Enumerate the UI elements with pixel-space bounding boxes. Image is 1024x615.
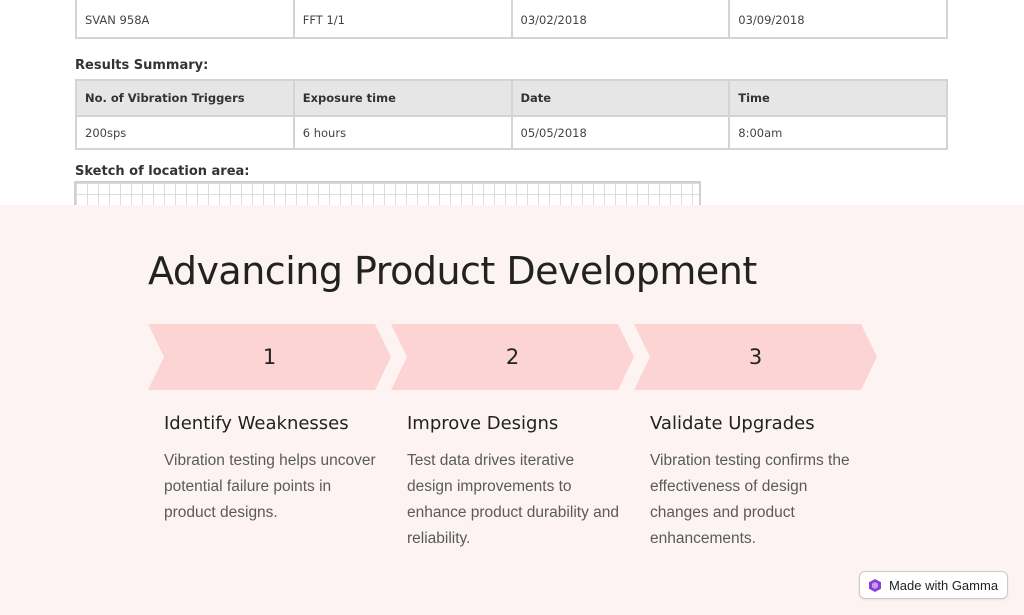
table-cell: 05/05/2018 [510,115,731,150]
slide: Advancing Product Development 1 2 3 Iden… [0,205,1024,615]
step-number: 2 [505,345,520,369]
column-header: Time [728,79,948,117]
step-1: Identify Weaknesses Vibration testing he… [164,413,379,526]
table-cell: 03/02/2018 [510,0,731,39]
table-cell: 03/09/2018 [728,0,948,39]
step-2: Improve Designs Test data drives iterati… [407,413,622,552]
sketch-heading: Sketch of location area: [75,164,250,179]
results-summary-heading: Results Summary: [75,58,209,73]
results-table: No. of Vibration Triggers Exposure time … [75,79,948,150]
step-title: Identify Weaknesses [164,413,349,434]
equipment-table: SVAN 958A FFT 1/1 03/02/2018 03/09/2018 [75,0,948,39]
step-3: Validate Upgrades Vibration testing conf… [650,413,865,552]
step-3-chevron: 3 [634,324,877,390]
column-header: No. of Vibration Triggers [75,79,295,117]
table-cell: FFT 1/1 [292,0,513,39]
table-row: 200sps 6 hours 05/05/2018 8:00am [75,115,948,150]
table-header-row: No. of Vibration Triggers Exposure time … [75,79,948,117]
column-header: Exposure time [292,79,513,117]
made-with-gamma-badge[interactable]: Made with Gamma [859,571,1008,599]
sketch-grid [74,181,701,205]
step-description: Vibration testing helps uncover potentia… [164,452,376,521]
step-title: Validate Upgrades [650,413,815,434]
step-description: Vibration testing confirms the effective… [650,452,850,547]
table-row: SVAN 958A FFT 1/1 03/02/2018 03/09/2018 [75,0,948,39]
step-description: Test data drives iterative design improv… [407,452,619,547]
document-image: SVAN 958A FFT 1/1 03/02/2018 03/09/2018 … [0,0,1024,205]
step-title: Improve Designs [407,413,559,434]
table-cell: 6 hours [292,115,513,150]
badge-label: Made with Gamma [888,577,999,593]
table-cell: 8:00am [728,115,948,150]
step-number: 1 [262,345,277,369]
step-2-chevron: 2 [391,324,634,390]
step-1-chevron: 1 [148,324,391,390]
gamma-logo-icon [868,578,881,592]
table-cell: 200sps [75,115,295,150]
slide-title: Advancing Product Development [148,249,757,293]
step-number: 3 [748,345,763,369]
column-header: Date [510,79,731,117]
table-cell: SVAN 958A [75,0,295,39]
